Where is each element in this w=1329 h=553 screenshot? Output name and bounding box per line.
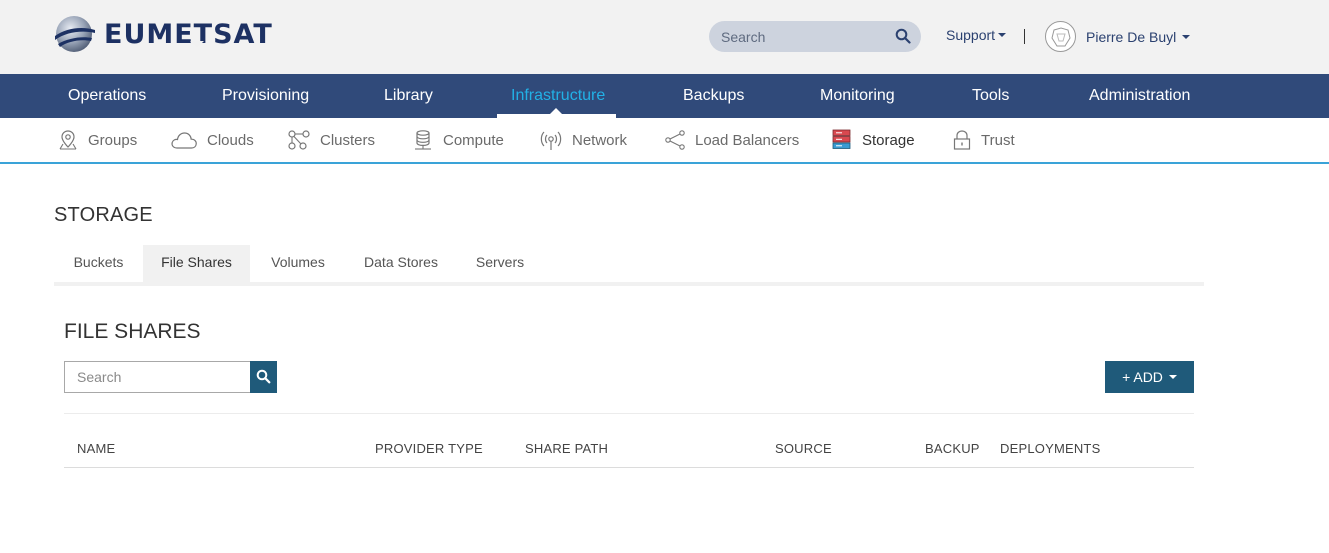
subnav-item-load-balancers[interactable]: Load Balancers: [664, 118, 799, 162]
support-label: Support: [946, 27, 996, 43]
tab-data-stores[interactable]: Data Stores: [346, 245, 456, 282]
subnav-label: Clouds: [207, 131, 254, 149]
support-menu[interactable]: Support: [946, 27, 1007, 43]
subnav-item-clouds[interactable]: Clouds: [170, 118, 254, 162]
tab-active-caret: [190, 41, 204, 48]
nav-item-monitoring[interactable]: Monitoring: [820, 74, 895, 118]
chevron-down-icon: [1168, 375, 1177, 379]
search-icon[interactable]: [895, 28, 911, 44]
page-title: STORAGE: [54, 204, 153, 226]
chevron-down-icon: [1182, 35, 1191, 39]
nav-item-tools[interactable]: Tools: [972, 74, 1009, 118]
add-button[interactable]: + ADD: [1105, 361, 1194, 393]
avatar[interactable]: [1045, 21, 1076, 52]
search-button[interactable]: [250, 361, 277, 393]
divider: [64, 413, 1194, 414]
add-button-label: + ADD: [1122, 369, 1163, 385]
cluster-icon: [288, 130, 310, 150]
lock-icon: [953, 130, 971, 150]
subnav-label: Groups: [88, 131, 138, 149]
storage-icon: [832, 129, 851, 149]
user-name: Pierre De Buyl: [1086, 29, 1177, 45]
logo-text: EUMETSAT: [104, 18, 273, 50]
subnav-item-trust[interactable]: Trust: [952, 118, 1015, 162]
user-menu[interactable]: Pierre De Buyl: [1086, 29, 1191, 45]
eumetsat-logo[interactable]: EUMETSAT: [54, 14, 273, 54]
database-icon: [415, 130, 431, 150]
search-input[interactable]: [64, 361, 250, 393]
subnav-item-compute[interactable]: Compute: [412, 118, 504, 162]
sub-nav: Groups Clouds Clusters Compute Network L…: [0, 118, 1329, 164]
subnav-label: Load Balancers: [695, 131, 800, 149]
storage-tabs: Buckets File Shares Volumes Data Stores …: [54, 245, 1204, 286]
subnav-label: Compute: [443, 131, 504, 149]
chevron-down-icon: [998, 33, 1007, 37]
nav-item-library[interactable]: Library: [384, 74, 433, 118]
user-avatar-icon: [1051, 27, 1071, 47]
share-icon: [665, 130, 685, 150]
nav-item-operations[interactable]: Operations: [68, 74, 146, 118]
antenna-icon: [540, 131, 562, 150]
subnav-item-clusters[interactable]: Clusters: [287, 118, 375, 162]
subnav-item-storage[interactable]: Storage: [831, 118, 915, 162]
top-header: EUMETSAT Support Pierre De Buyl: [0, 0, 1329, 74]
file-shares-search: [64, 361, 277, 393]
column-header-name[interactable]: NAME: [77, 441, 115, 456]
tab-servers[interactable]: Servers: [456, 245, 544, 282]
subnav-item-network[interactable]: Network: [539, 118, 627, 162]
column-header-provider-type[interactable]: PROVIDER TYPE: [375, 441, 483, 456]
location-pin-icon: [59, 130, 77, 150]
subnav-item-groups[interactable]: Groups: [57, 118, 137, 162]
subnav-label: Network: [572, 131, 628, 149]
column-header-backup[interactable]: BACKUP: [925, 441, 980, 456]
subnav-label: Trust: [981, 131, 1015, 149]
nav-item-administration[interactable]: Administration: [1089, 74, 1190, 118]
column-header-deployments[interactable]: DEPLOYMENTS: [1000, 441, 1100, 456]
globe-logo-icon: [55, 16, 95, 52]
main-nav: Operations Provisioning Library Infrastr…: [0, 74, 1329, 118]
tab-buckets[interactable]: Buckets: [54, 245, 143, 282]
column-header-source[interactable]: SOURCE: [775, 441, 832, 456]
table-header: NAME PROVIDER TYPE SHARE PATH SOURCE BAC…: [64, 430, 1194, 468]
subnav-label: Storage: [862, 131, 915, 149]
search-icon: [256, 369, 271, 384]
cloud-icon: [171, 132, 197, 149]
section-title: FILE SHARES: [64, 320, 201, 343]
nav-item-backups[interactable]: Backups: [683, 74, 744, 118]
tab-file-shares[interactable]: File Shares: [143, 245, 250, 282]
global-search-input[interactable]: [709, 21, 889, 52]
tab-volumes[interactable]: Volumes: [250, 245, 346, 282]
global-search: [709, 21, 921, 52]
header-divider: [1024, 29, 1025, 44]
column-header-share-path[interactable]: SHARE PATH: [525, 441, 608, 456]
subnav-label: Clusters: [320, 131, 376, 149]
nav-item-provisioning[interactable]: Provisioning: [222, 74, 309, 118]
